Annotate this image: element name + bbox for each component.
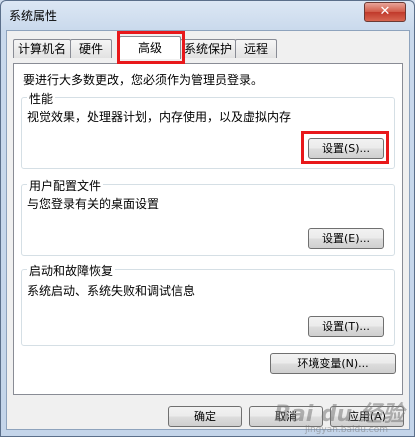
system-properties-window: 系统属性 ✕ 计算机名 硬件 高级 系统保护 远程 要进行大多数更改，您必须作为… <box>0 0 415 437</box>
performance-settings-button[interactable]: 设置(S)... <box>308 138 384 159</box>
admin-notice: 要进行大多数更改，您必须作为管理员登录。 <box>23 73 264 87</box>
environment-variables-button[interactable]: 环境变量(N)... <box>270 353 396 374</box>
tab-advanced[interactable]: 高级 <box>119 36 181 59</box>
title-bar[interactable]: 系统属性 ✕ <box>1 1 414 29</box>
performance-description: 视觉效果，处理器计划，内存使用，以及虚拟内存 <box>27 110 292 124</box>
tab-hardware[interactable]: 硬件 <box>70 39 112 58</box>
close-button[interactable]: ✕ <box>364 2 406 22</box>
user-profiles-description: 与您登录有关的桌面设置 <box>27 197 160 211</box>
startup-recovery-title: 启动和故障恢复 <box>27 262 116 279</box>
dialog-client-area: 计算机名 硬件 高级 系统保护 远程 要进行大多数更改，您必须作为管理员登录。 … <box>6 30 410 430</box>
startup-recovery-settings-button[interactable]: 设置(T)... <box>308 316 384 337</box>
performance-group: 性能 视觉效果，处理器计划，内存使用，以及虚拟内存 设置(S)... <box>21 90 395 169</box>
performance-title: 性能 <box>27 90 56 107</box>
user-profiles-group: 用户配置文件 与您登录有关的桌面设置 设置(E)... <box>21 177 395 256</box>
ok-button[interactable]: 确定 <box>168 406 242 427</box>
startup-recovery-description: 系统启动、系统失败和调试信息 <box>27 284 196 298</box>
tab-system-protection[interactable]: 系统保护 <box>180 39 236 58</box>
tab-remote[interactable]: 远程 <box>235 39 277 58</box>
window-title: 系统属性 <box>9 9 58 23</box>
apply-button[interactable]: 应用(A) <box>330 406 404 427</box>
user-profiles-title: 用户配置文件 <box>27 177 104 194</box>
tab-computer-name[interactable]: 计算机名 <box>13 39 71 58</box>
advanced-tab-panel: 要进行大多数更改，您必须作为管理员登录。 性能 视觉效果，处理器计划，内存使用，… <box>13 63 403 395</box>
user-profiles-settings-button[interactable]: 设置(E)... <box>308 228 384 249</box>
startup-recovery-group: 启动和故障恢复 系统启动、系统失败和调试信息 设置(T)... <box>21 262 395 346</box>
cancel-button[interactable]: 取消 <box>249 406 323 427</box>
